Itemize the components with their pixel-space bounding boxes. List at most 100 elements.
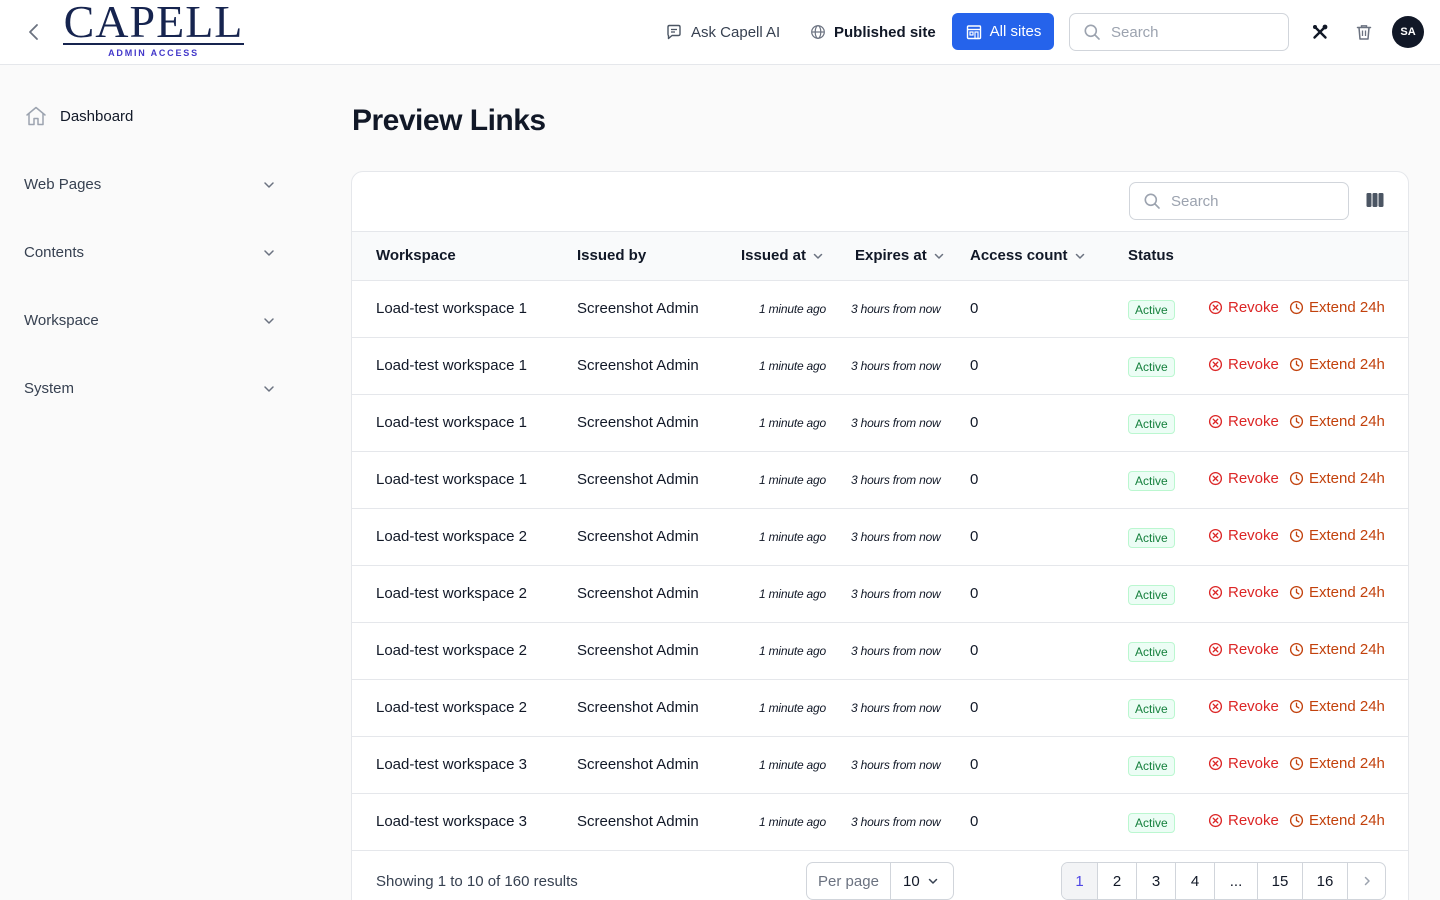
cell-issued-by: Screenshot Admin: [577, 813, 699, 830]
cell-issued-by: Screenshot Admin: [577, 699, 699, 716]
page-button-1[interactable]: 1: [1062, 863, 1098, 899]
cell-workspace: Load-test workspace 1: [376, 471, 527, 488]
extend-button[interactable]: Extend 24h: [1289, 356, 1385, 373]
cell-access-count: 0: [970, 414, 979, 431]
cell-access-count: 0: [970, 585, 979, 602]
column-header-label: Workspace: [376, 247, 456, 264]
per-page-select[interactable]: 10: [891, 863, 953, 899]
sidebar-item-contents[interactable]: Contents: [24, 238, 280, 266]
page-button-4[interactable]: 4: [1176, 863, 1215, 899]
published-site-link[interactable]: Published site: [810, 20, 936, 44]
status-badge: Active: [1128, 414, 1175, 434]
tools-icon: [1313, 24, 1328, 39]
chat-bubble-icon: [667, 24, 681, 40]
clock-icon: [1289, 813, 1304, 828]
revoke-button[interactable]: Revoke: [1208, 299, 1279, 316]
clock-icon: [1289, 471, 1304, 486]
sidebar-item-system[interactable]: System: [24, 374, 280, 402]
column-header-status: Status: [1128, 247, 1174, 264]
extend-button[interactable]: Extend 24h: [1289, 698, 1385, 715]
extend-button[interactable]: Extend 24h: [1289, 812, 1385, 829]
ask-ai-button[interactable]: Ask Capell AI: [665, 20, 780, 44]
revoke-label: Revoke: [1228, 641, 1279, 658]
sidebar-item-label: Web Pages: [24, 175, 102, 193]
extend-button[interactable]: Extend 24h: [1289, 470, 1385, 487]
extend-button[interactable]: Extend 24h: [1289, 413, 1385, 430]
cell-issued-at: 1 minute ago: [759, 701, 826, 715]
cell-access-count: 0: [970, 699, 979, 716]
table-row: Load-test workspace 3 Screenshot Admin 1 m…: [352, 737, 1408, 794]
chevron-down-icon: [264, 250, 274, 256]
revoke-button[interactable]: Revoke: [1208, 812, 1279, 829]
cell-expires-at: 3 hours from now: [851, 587, 941, 601]
revoke-button[interactable]: Revoke: [1208, 527, 1279, 544]
page-button-15[interactable]: 15: [1258, 863, 1303, 899]
revoke-button[interactable]: Revoke: [1208, 584, 1279, 601]
global-search-input[interactable]: [1111, 23, 1261, 41]
chevron-down-icon: [264, 386, 274, 392]
chevron-down-icon: [928, 878, 938, 884]
trash-icon: [1356, 25, 1372, 40]
revoke-label: Revoke: [1228, 527, 1279, 544]
user-avatar[interactable]: SA: [1392, 16, 1424, 48]
extend-button[interactable]: Extend 24h: [1289, 755, 1385, 772]
table-row: Load-test workspace 2 Screenshot Admin 1 m…: [352, 566, 1408, 623]
column-header-issued-at[interactable]: Issued at: [741, 247, 824, 264]
tools-button[interactable]: [1308, 20, 1332, 44]
page-title: Preview Links: [352, 104, 546, 137]
clock-icon: [1289, 699, 1304, 714]
column-toggle-button[interactable]: [1364, 189, 1386, 211]
sidebar-item-web-pages[interactable]: Web Pages: [24, 170, 280, 198]
column-header-expires-at[interactable]: Expires at: [855, 247, 945, 264]
table-search-input[interactable]: [1171, 192, 1321, 210]
page-button-2[interactable]: 2: [1098, 863, 1137, 899]
revoke-button[interactable]: Revoke: [1208, 413, 1279, 430]
revoke-button[interactable]: Revoke: [1208, 641, 1279, 658]
logo-underline: [63, 43, 244, 45]
chevron-down-icon: [264, 182, 274, 188]
column-header-label: Access count: [970, 247, 1068, 264]
table-row: Load-test workspace 2 Screenshot Admin 1 m…: [352, 680, 1408, 737]
sidebar-item-dashboard[interactable]: Dashboard: [24, 102, 280, 130]
x-circle-icon: [1208, 642, 1223, 657]
clock-icon: [1289, 357, 1304, 372]
all-sites-button[interactable]: All sites: [952, 13, 1054, 50]
extend-label: Extend 24h: [1309, 470, 1385, 487]
table-search[interactable]: [1129, 182, 1349, 220]
cell-access-count: 0: [970, 528, 979, 545]
status-badge: Active: [1128, 471, 1175, 491]
clock-icon: [1289, 528, 1304, 543]
revoke-label: Revoke: [1228, 470, 1279, 487]
revoke-button[interactable]: Revoke: [1208, 470, 1279, 487]
extend-button[interactable]: Extend 24h: [1289, 584, 1385, 601]
x-circle-icon: [1208, 813, 1223, 828]
building-icon: [966, 24, 981, 39]
page-button-16[interactable]: 16: [1303, 863, 1348, 899]
capell-logo[interactable]: CAPELL ADMIN ACCESS: [63, 0, 244, 60]
sidebar-item-label: Dashboard: [60, 107, 134, 125]
cell-issued-by: Screenshot Admin: [577, 414, 699, 431]
cell-expires-at: 3 hours from now: [851, 701, 941, 715]
cell-workspace: Load-test workspace 2: [376, 585, 527, 602]
revoke-button[interactable]: Revoke: [1208, 356, 1279, 373]
back-button[interactable]: [22, 20, 46, 44]
column-header-access-count[interactable]: Access count: [970, 247, 1086, 264]
extend-button[interactable]: Extend 24h: [1289, 641, 1385, 658]
page-button-3[interactable]: 3: [1137, 863, 1176, 899]
cell-issued-by: Screenshot Admin: [577, 642, 699, 659]
trash-button[interactable]: [1352, 20, 1376, 44]
extend-button[interactable]: Extend 24h: [1289, 299, 1385, 316]
revoke-button[interactable]: Revoke: [1208, 755, 1279, 772]
search-icon: [1084, 24, 1100, 40]
chevron-down-icon: [934, 253, 943, 259]
cell-expires-at: 3 hours from now: [851, 815, 941, 829]
x-circle-icon: [1208, 414, 1223, 429]
next-page-button[interactable]: [1348, 863, 1385, 899]
home-icon: [26, 106, 46, 126]
extend-button[interactable]: Extend 24h: [1289, 527, 1385, 544]
sidebar-item-workspace[interactable]: Workspace: [24, 306, 280, 334]
cell-expires-at: 3 hours from now: [851, 530, 941, 544]
global-search[interactable]: [1069, 13, 1289, 51]
table-row: Load-test workspace 2 Screenshot Admin 1 m…: [352, 623, 1408, 680]
revoke-button[interactable]: Revoke: [1208, 698, 1279, 715]
